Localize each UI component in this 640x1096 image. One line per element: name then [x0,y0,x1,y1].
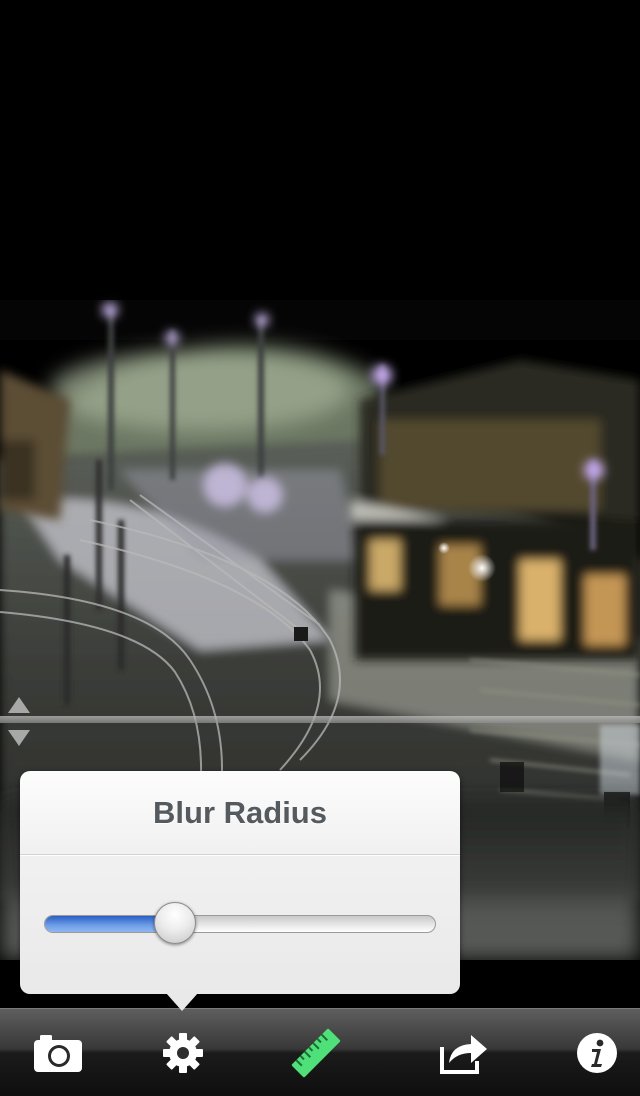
popover-arrow [166,993,198,1011]
share-button[interactable] [430,1019,498,1087]
focus-band-line[interactable] [0,716,640,723]
focus-ruler-button[interactable] [282,1019,350,1087]
gear-icon [163,1033,203,1073]
focus-up-handle-icon[interactable] [8,697,30,713]
blur-radius-popover: Blur Radius [20,771,460,994]
info-icon [577,1033,617,1073]
ruler-icon [291,1028,341,1078]
share-icon [440,1035,487,1074]
slider-track[interactable] [44,915,436,933]
screen: Blur Radius [0,0,640,1096]
focus-down-handle-icon[interactable] [8,730,30,746]
bottom-toolbar [0,1008,640,1096]
blur-radius-slider[interactable] [44,902,436,946]
info-button[interactable] [563,1019,631,1087]
slider-thumb[interactable] [154,902,196,944]
popover-title: Blur Radius [153,795,327,830]
camera-button[interactable] [24,1019,92,1087]
settings-button[interactable] [149,1019,217,1087]
camera-icon [34,1035,82,1072]
popover-divider [20,854,460,856]
